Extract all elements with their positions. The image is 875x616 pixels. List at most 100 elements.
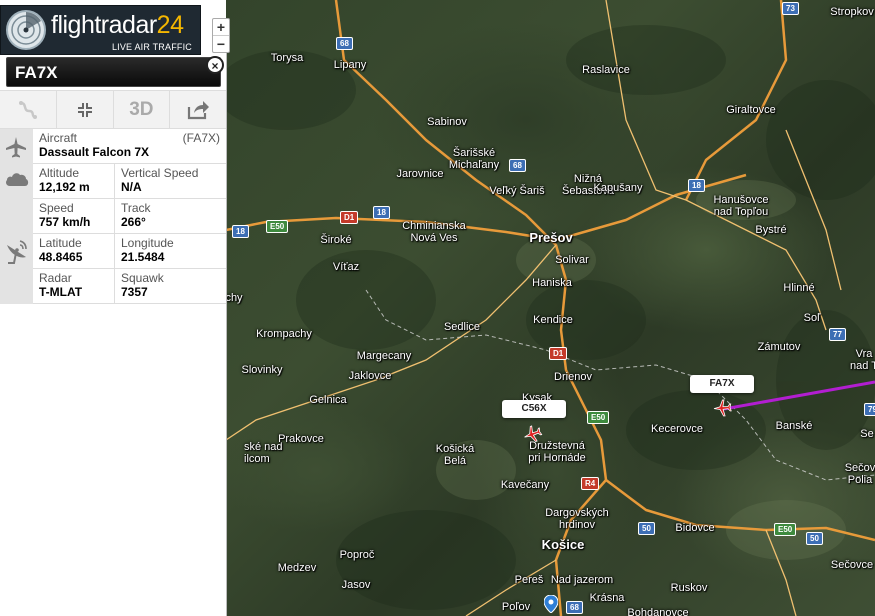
place-label: Zámutov — [757, 341, 801, 353]
share-button[interactable] — [170, 91, 226, 128]
place-label: Jaklovce — [348, 370, 392, 382]
aircraft-code: (FA7X) — [182, 131, 220, 145]
place-label: Poproč — [339, 549, 375, 561]
flight-callsign: FA7X — [15, 63, 58, 82]
altitude-label: Altitude — [39, 166, 80, 180]
flightradar24-logo[interactable]: flightradar24 LIVE AIR TRAFFIC — [0, 5, 201, 55]
place-label: Chminianska Nová Ves — [402, 220, 466, 244]
location-pin-icon[interactable] — [544, 595, 558, 613]
flight-info-panel: FA7X × 3D Aircraft Dassault Falcon 7X (F… — [0, 53, 227, 616]
close-button[interactable]: × — [206, 56, 224, 74]
cloud-icon — [6, 173, 29, 186]
zoom-in-button[interactable]: + — [213, 19, 229, 35]
speed-label: Speed — [39, 201, 74, 215]
flight-label-c56x[interactable]: C56X — [502, 400, 566, 418]
place-label: Sabinov — [427, 116, 467, 128]
place-label: Krompachy — [256, 328, 312, 340]
place-label: Košická Belá — [435, 443, 475, 467]
logo-text-main: flightradar — [51, 11, 157, 39]
altitude-value: 12,192 m — [39, 180, 90, 194]
place-label: Gelnica — [309, 394, 347, 406]
place-label: Giraltovce — [726, 104, 776, 116]
place-label: Široké — [320, 234, 352, 246]
place-label: Kecerovce — [651, 423, 703, 435]
place-label: ské nad ilcom — [244, 441, 283, 465]
route-icon — [18, 100, 37, 119]
logo-text-num: 24 — [156, 11, 184, 39]
vertical-speed-value: N/A — [121, 180, 142, 194]
zoom-out-button[interactable]: − — [213, 35, 229, 52]
map-canvas[interactable]: 68 73 68 18 18 18 E50 D1 77 79 D1 E50 R4… — [226, 0, 875, 616]
road-shield: R4 — [581, 477, 600, 490]
latitude-label: Latitude — [39, 236, 82, 250]
place-label: Nad jazerom — [550, 574, 614, 586]
place-label: chy — [226, 292, 243, 304]
place-label: Banské — [775, 420, 813, 432]
road-shield: 77 — [829, 328, 846, 341]
flight-title-bar: FA7X × — [6, 56, 224, 87]
aircraft-row: Aircraft Dassault Falcon 7X (FA7X) — [0, 129, 226, 164]
place-label: Bohdanovce — [627, 607, 689, 616]
radar-row: Radar T-MLAT Squawk 7357 — [0, 269, 226, 304]
place-label: Medzev — [277, 562, 317, 574]
flight-label-fa7x[interactable]: FA7X — [690, 375, 754, 393]
place-label: Sečov Polia — [844, 462, 875, 486]
road-shield: E50 — [774, 523, 797, 536]
place-label: Dargovských hrdinov — [545, 507, 609, 531]
track-label: Track — [121, 201, 151, 215]
place-label: Šarišské Michaľany — [448, 147, 500, 171]
radar-logo-icon — [6, 10, 46, 50]
speed-value: 757 km/h — [39, 215, 91, 229]
squawk-label: Squawk — [121, 271, 164, 285]
longitude-value: 21.5484 — [121, 250, 165, 264]
place-label: Solivar — [555, 254, 589, 266]
view-3d-button[interactable]: 3D — [114, 91, 171, 128]
panel-toolbar: 3D — [0, 90, 226, 129]
squawk-value: 7357 — [121, 285, 148, 299]
collapse-icon — [75, 100, 94, 119]
place-label: Košice — [541, 537, 585, 552]
speed-row: Speed 757 km/h Track 266° — [0, 199, 226, 234]
aircraft-label: Aircraft — [39, 131, 78, 145]
place-label: Poľov — [501, 601, 531, 613]
logo-subtitle: LIVE AIR TRAFFIC — [111, 42, 192, 52]
place-label: Se — [860, 428, 874, 440]
place-label: Hanušovce nad Topľou — [713, 194, 769, 218]
road-shield: E50 — [587, 411, 610, 424]
road-shield: 18 — [688, 179, 705, 192]
place-label: Kavečany — [500, 479, 550, 491]
place-label: Prakovce — [278, 433, 324, 445]
aircraft-value: Dassault Falcon 7X — [39, 145, 150, 159]
road-shield: 68 — [336, 37, 353, 50]
route-button[interactable] — [0, 91, 57, 128]
radar-dish-icon — [7, 240, 27, 264]
place-label: Torysa — [270, 52, 304, 64]
place-label: Margecany — [356, 350, 412, 362]
place-label: Vra nad T — [850, 348, 875, 372]
place-label: Stropkov — [830, 6, 874, 18]
road-shield: 18 — [373, 206, 390, 219]
longitude-label: Longitude — [121, 236, 174, 250]
place-label: Veľký Šariš — [489, 185, 545, 197]
road-shield: 68 — [509, 159, 526, 172]
vertical-speed-label: Vertical Speed — [121, 166, 199, 180]
road-shield: 18 — [232, 225, 249, 238]
place-label: Kendice — [533, 314, 573, 326]
collapse-button[interactable] — [57, 91, 114, 128]
radar-label: Radar — [39, 271, 72, 285]
road-shield: 50 — [806, 532, 823, 545]
place-label: Pereš — [514, 574, 544, 586]
flight-details: Aircraft Dassault Falcon 7X (FA7X) Altit… — [0, 129, 226, 304]
place-label: Jarovnice — [396, 168, 444, 180]
road-shield: 50 — [638, 522, 655, 535]
place-label: Prešov — [529, 230, 573, 245]
airplane-icon — [6, 137, 26, 158]
place-label: Hlinné — [783, 282, 815, 294]
place-label: Bidovce — [675, 522, 715, 534]
place-label: Drienov — [554, 371, 592, 383]
airplane-icon[interactable] — [713, 398, 733, 418]
place-label: Bystré — [755, 224, 787, 236]
airplane-icon[interactable] — [523, 424, 543, 444]
position-row: Latitude 48.8465 Longitude 21.5484 — [0, 234, 226, 269]
place-label: Haniska — [532, 277, 572, 289]
